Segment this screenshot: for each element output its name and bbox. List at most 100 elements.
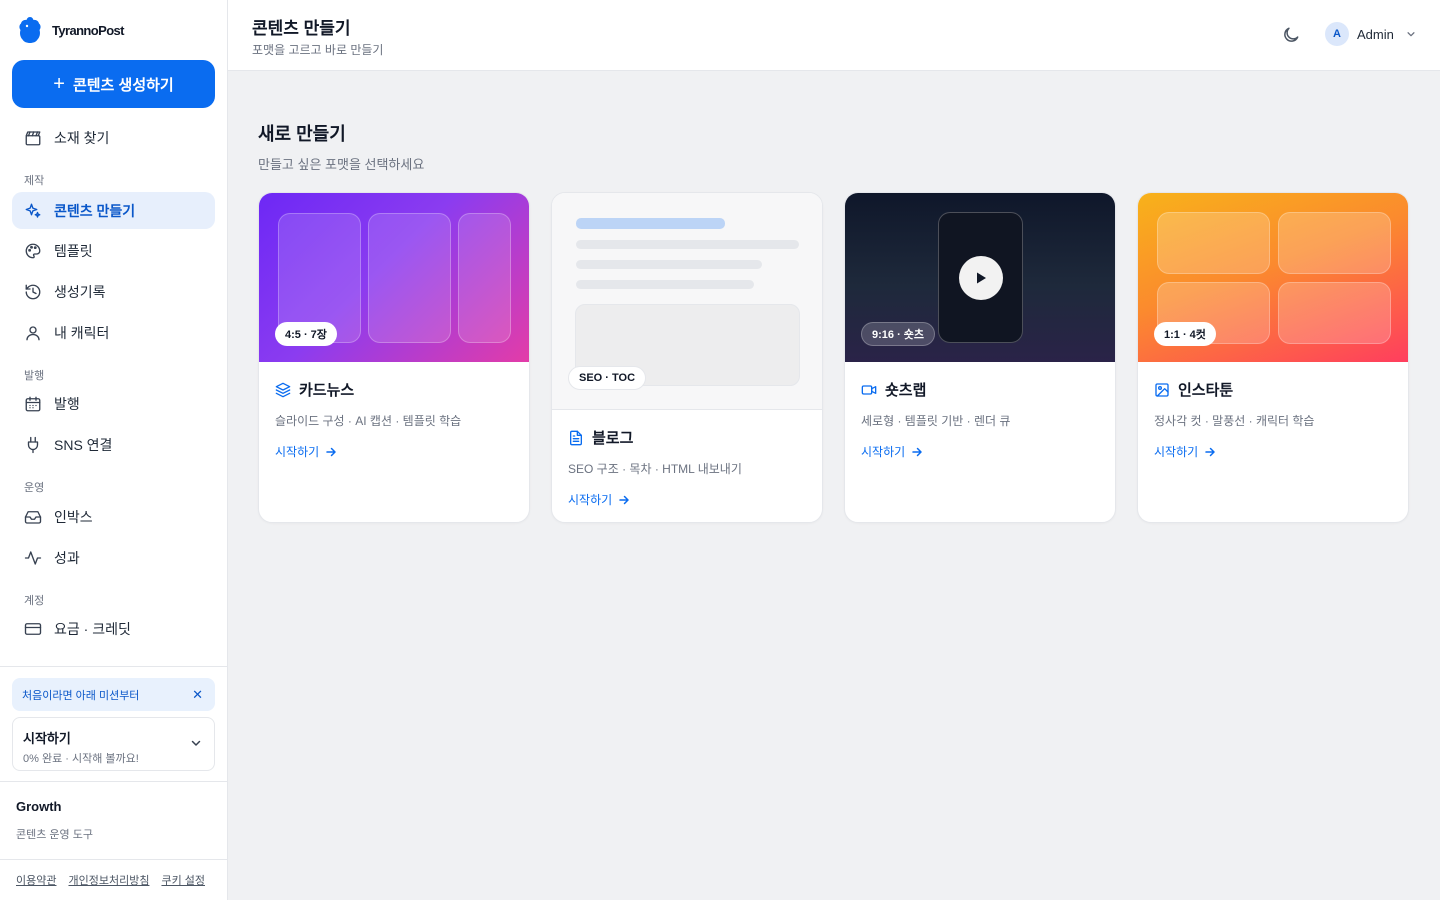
divider	[0, 781, 227, 782]
panel-preview	[1278, 212, 1391, 274]
plug-icon	[27, 436, 39, 453]
sidebar-item-label: 성과	[54, 549, 80, 566]
sidebar-item-history[interactable]: 생성기록	[12, 273, 215, 310]
format-badge: 4:5 · 7장	[275, 322, 337, 346]
chevron-down-icon	[191, 740, 201, 746]
terms-link[interactable]: 이용약관	[16, 872, 56, 888]
format-badge: SEO · TOC	[568, 366, 647, 390]
plus-icon: +	[53, 73, 65, 95]
credit-card-icon	[24, 622, 42, 635]
format-card-blog[interactable]: SEO · TOC 블로그 SEO 구조 · 목차 · HTML 내보내기 시작…	[551, 192, 823, 523]
card-title-row: 숏츠랩	[861, 379, 1099, 400]
palette-icon	[25, 243, 41, 258]
divider	[0, 859, 227, 860]
moon-icon[interactable]	[1281, 25, 1301, 45]
sidebar-item-label: 요금 · 크레딧	[54, 620, 131, 637]
instatoon-preview: 1:1 · 4컷	[1138, 193, 1408, 362]
text-line-placeholder	[576, 260, 762, 269]
sidebar-item-performance[interactable]: 성과	[12, 539, 215, 576]
sidebar-item-templates[interactable]: 템플릿	[12, 232, 215, 269]
user-name: Admin	[1357, 26, 1394, 42]
brand-logo[interactable]: TyrannoPost	[18, 16, 124, 44]
format-card-shorts-lab[interactable]: 9:16 · 숏츠 숏츠랩 세로형 · 템플릿 기반 · 렌더 큐 시작하기	[844, 192, 1116, 523]
create-content-label: 콘텐츠 생성하기	[72, 76, 174, 94]
page-subtitle: 포맷을 고르고 바로 만들기	[252, 43, 384, 57]
slide-preview	[458, 213, 511, 343]
card-description: 슬라이드 구성 · AI 캡션 · 템플릿 학습	[275, 414, 462, 428]
text-line-placeholder	[576, 280, 754, 289]
top-header: 콘텐츠 만들기 포맷을 고르고 바로 만들기 A Admin	[228, 0, 1440, 71]
start-link[interactable]: 시작하기	[568, 491, 630, 508]
play-icon	[959, 256, 1003, 300]
shorts-preview: 9:16 · 숏츠	[845, 193, 1115, 362]
cookie-settings-link[interactable]: 쿠키 설정	[161, 872, 205, 888]
arrow-right-icon	[1205, 447, 1215, 456]
user-icon	[26, 325, 40, 340]
card-title-row: 인스타툰	[1154, 379, 1392, 400]
chevron-down-icon	[1407, 32, 1415, 37]
sidebar-item-label: 내 캐릭터	[54, 324, 110, 341]
arrow-right-icon	[619, 495, 629, 504]
card-description: 정사각 컷 · 말풍선 · 캐릭터 학습	[1154, 414, 1315, 428]
start-link-label: 시작하기	[275, 445, 320, 459]
section-label-operations: 운영	[24, 482, 45, 494]
card-description: 세로형 · 템플릿 기반 · 렌더 큐	[861, 414, 1011, 428]
sidebar-item-create-content[interactable]: 콘텐츠 만들기	[12, 192, 215, 229]
panel-preview	[1278, 282, 1391, 344]
card-body: 숏츠랩 세로형 · 템플릿 기반 · 렌더 큐 시작하기	[861, 379, 1099, 461]
blog-preview: SEO · TOC	[552, 193, 822, 410]
card-title: 숏츠랩	[885, 382, 927, 399]
sidebar-item-label: 인박스	[54, 508, 93, 525]
arrow-right-icon	[912, 447, 922, 456]
card-title-row: 블로그	[568, 427, 806, 448]
close-icon[interactable]: ✕	[192, 687, 203, 703]
avatar: A	[1325, 22, 1349, 46]
create-content-button[interactable]: + 콘텐츠 생성하기	[12, 60, 215, 108]
start-link-label: 시작하기	[568, 493, 613, 507]
onboarding-hint-text: 처음이라면 아래 미션부터	[22, 689, 140, 702]
mission-title: 시작하기	[23, 731, 71, 746]
sidebar-item-label: 발행	[54, 395, 80, 412]
sidebar-item-find-topics[interactable]: 소재 찾기	[12, 119, 215, 156]
sidebar-item-label: SNS 연결	[54, 436, 113, 453]
card-body: 인스타툰 정사각 컷 · 말풍선 · 캐릭터 학습 시작하기	[1154, 379, 1392, 461]
start-link[interactable]: 시작하기	[275, 443, 337, 460]
format-card-card-news[interactable]: 4:5 · 7장 카드뉴스 슬라이드 구성 · AI 캡션 · 템플릿 학습 시…	[258, 192, 530, 523]
section-label-publish: 발행	[24, 370, 45, 382]
card-title-row: 카드뉴스	[275, 379, 513, 400]
card-title: 인스타툰	[1178, 382, 1234, 399]
format-card-instatoon[interactable]: 1:1 · 4컷 인스타툰 정사각 컷 · 말풍선 · 캐릭터 학습 시작하기	[1137, 192, 1409, 523]
mission-dropdown[interactable]: 시작하기 0% 완료 · 시작해 볼까요!	[12, 717, 215, 771]
heading-placeholder	[576, 218, 725, 229]
sidebar-item-sns-connect[interactable]: SNS 연결	[12, 426, 215, 463]
history-icon	[25, 284, 41, 299]
sidebar-item-label: 생성기록	[54, 283, 106, 300]
sidebar-item-publish[interactable]: 발행	[12, 385, 215, 422]
panel-preview	[1157, 212, 1270, 274]
section-label-production: 제작	[24, 175, 45, 187]
clapperboard-icon	[25, 130, 41, 145]
sidebar-item-label: 템플릿	[54, 242, 93, 259]
activity-icon	[24, 550, 42, 565]
section-title: 새로 만들기	[258, 124, 346, 144]
document-icon	[570, 430, 582, 445]
user-menu[interactable]: A Admin	[1325, 22, 1416, 46]
card-title: 카드뉴스	[299, 382, 355, 399]
sidebar-item-billing[interactable]: 요금 · 크레딧	[12, 610, 215, 647]
sidebar-item-my-character[interactable]: 내 캐릭터	[12, 314, 215, 351]
start-link[interactable]: 시작하기	[1154, 443, 1216, 460]
sidebar-item-label: 콘텐츠 만들기	[54, 202, 136, 219]
inbox-icon	[24, 510, 42, 524]
slide-preview	[368, 213, 451, 343]
footer-links: 이용약관 개인정보처리방침 쿠키 설정	[16, 872, 205, 888]
format-badge: 9:16 · 숏츠	[861, 322, 936, 346]
dinosaur-logo-icon	[19, 17, 41, 43]
privacy-link[interactable]: 개인정보처리방침	[68, 872, 149, 888]
onboarding-hint: 처음이라면 아래 미션부터 ✕	[12, 678, 215, 711]
sidebar-item-inbox[interactable]: 인박스	[12, 498, 215, 535]
start-link[interactable]: 시작하기	[861, 443, 923, 460]
plan-description: 콘텐츠 운영 도구	[16, 829, 93, 841]
image-icon	[1155, 382, 1169, 397]
card-news-preview: 4:5 · 7장	[259, 193, 529, 362]
text-line-placeholder	[576, 240, 799, 249]
